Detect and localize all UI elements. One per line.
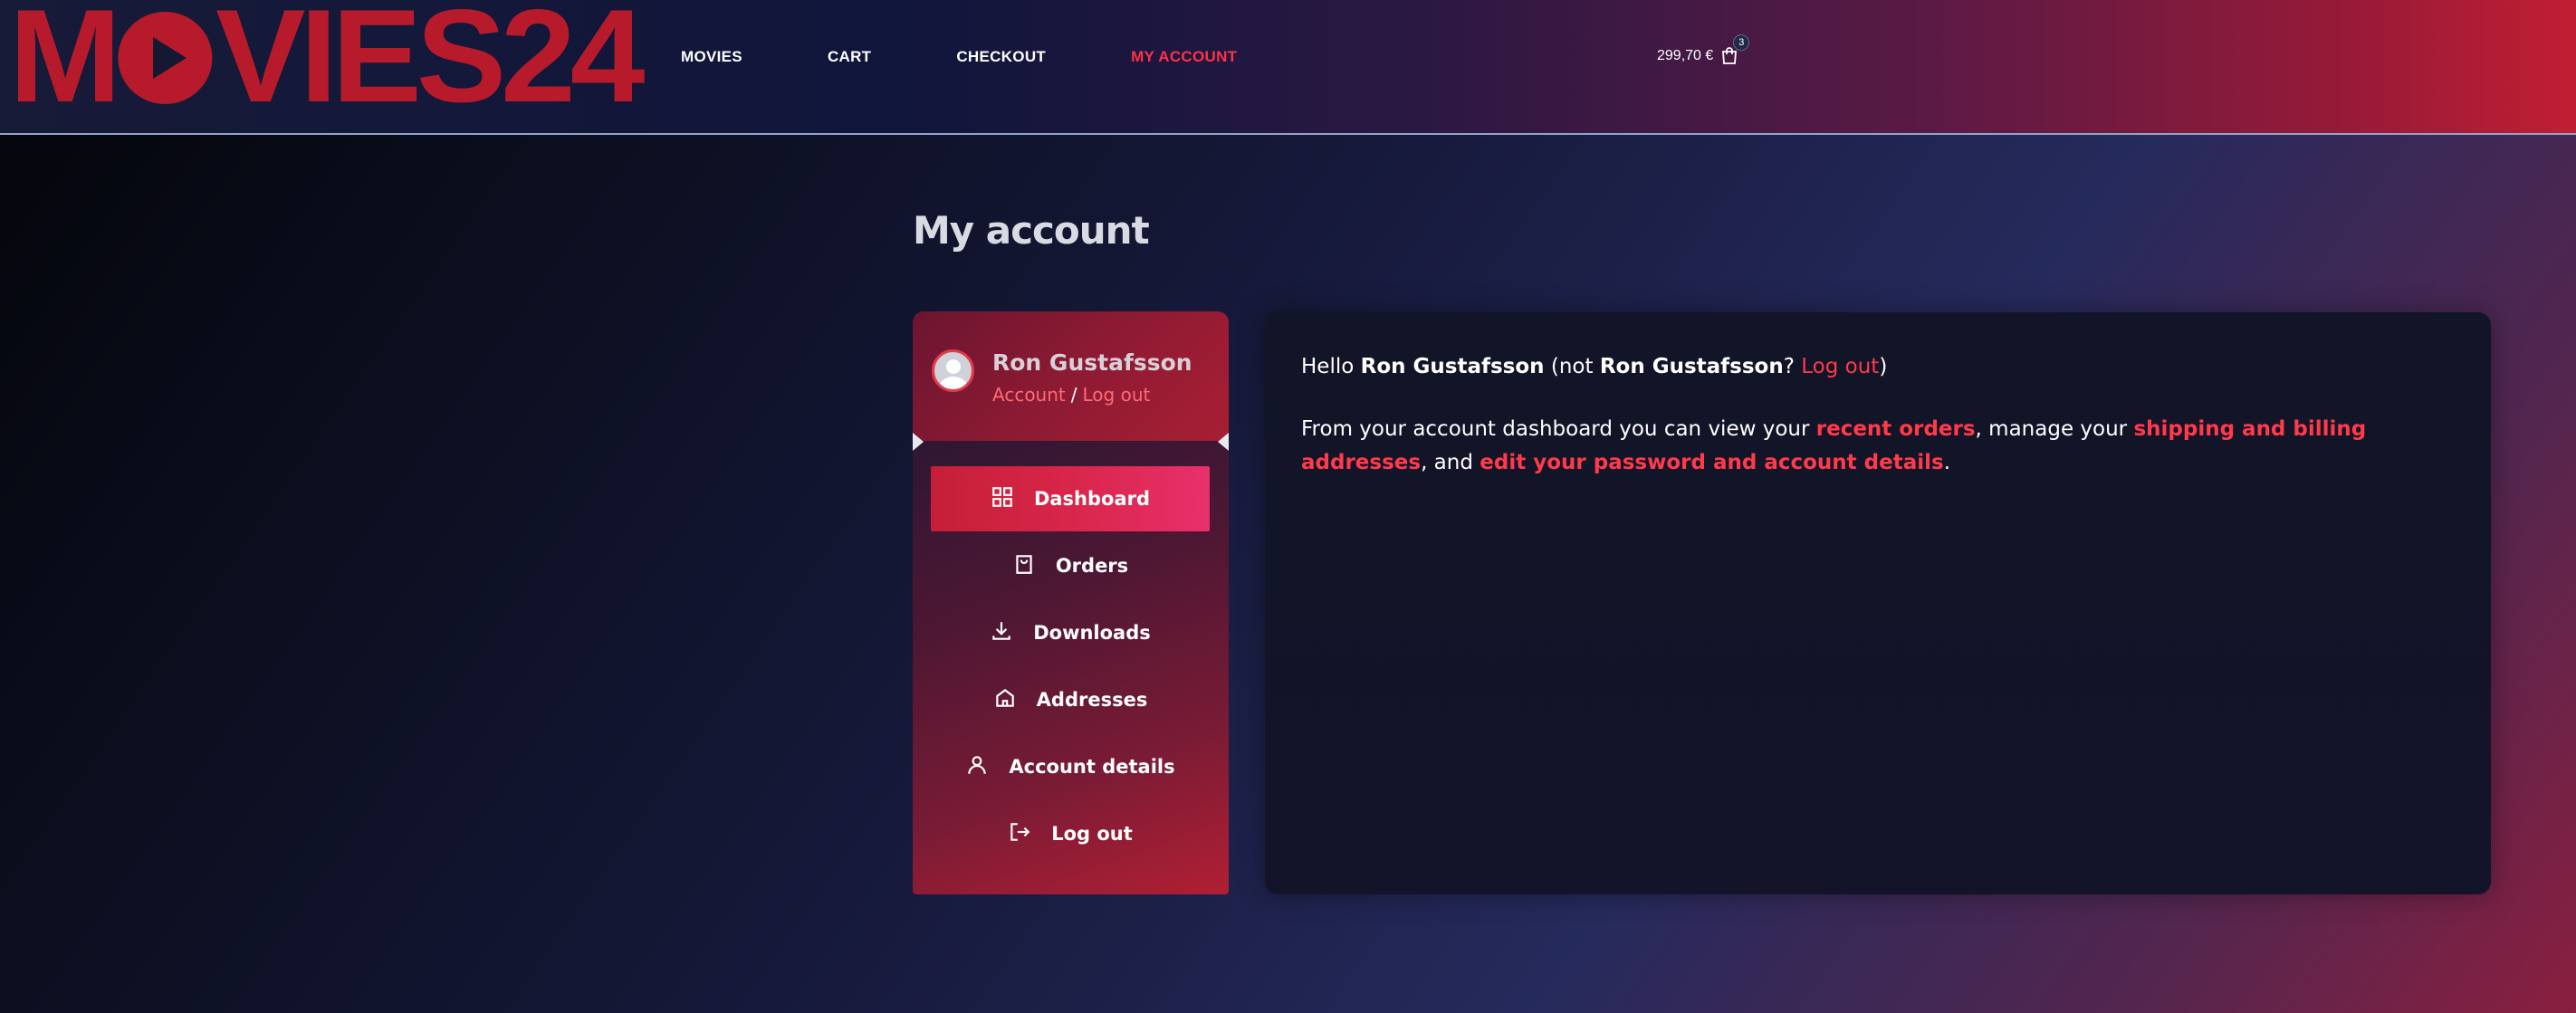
main-nav: MOVIES CART CHECKOUT MY ACCOUNT xyxy=(681,48,1322,66)
profile-logout-link[interactable]: Log out xyxy=(1083,384,1151,406)
user-icon xyxy=(965,753,989,781)
menu-label: Log out xyxy=(1051,823,1133,845)
greeting-close: ) xyxy=(1879,355,1888,378)
site-logo[interactable]: M VIES24 xyxy=(9,0,646,129)
menu-label: Addresses xyxy=(1036,689,1148,711)
logout-icon xyxy=(1008,820,1031,848)
greeting-question: ? xyxy=(1783,355,1795,378)
account-link[interactable]: Account xyxy=(992,384,1066,406)
edit-account-link[interactable]: edit your password and account details xyxy=(1480,451,1943,474)
link-separator: / xyxy=(1070,384,1077,406)
recent-orders-link[interactable]: recent orders xyxy=(1816,417,1976,441)
greeting: Hello Ron Gustafsson (not Ron Gustafsson… xyxy=(1301,350,2451,384)
cart-total: 299,70 € xyxy=(1657,48,1714,63)
menu-item-addresses[interactable]: Addresses xyxy=(931,667,1210,732)
site-header: M VIES24 MOVIES CART CHECKOUT MY ACCOUNT … xyxy=(0,0,2576,135)
grid-icon xyxy=(991,485,1014,513)
nav-movies[interactable]: MOVIES xyxy=(681,48,742,66)
nav-my-account[interactable]: MY ACCOUNT xyxy=(1131,48,1237,66)
shopping-bag-icon: 3 xyxy=(1719,34,1750,67)
home-icon xyxy=(993,686,1017,714)
profile-name: Ron Gustafsson xyxy=(992,349,1192,376)
greeting-hello: Hello xyxy=(1301,355,1355,378)
menu-item-downloads[interactable]: Downloads xyxy=(931,600,1210,665)
dashboard-text: Hello Ron Gustafsson (not Ron Gustafsson… xyxy=(1301,350,2451,509)
menu-label: Orders xyxy=(1055,555,1129,577)
logo-text-right: VIES24 xyxy=(215,0,645,129)
intro-and: , and xyxy=(1421,451,1473,474)
intro-period: . xyxy=(1943,451,1951,474)
profile-card: Ron Gustafsson Account / Log out xyxy=(913,311,1229,442)
greeting-logout-link[interactable]: Log out xyxy=(1801,355,1879,378)
dashboard-content: Hello Ron Gustafsson (not Ron Gustafsson… xyxy=(1265,312,2491,894)
download-icon xyxy=(990,619,1013,647)
avatar xyxy=(932,349,974,392)
menu-label: Dashboard xyxy=(1033,488,1151,510)
greeting-not: (not xyxy=(1550,355,1594,378)
menu-notch-right xyxy=(1218,433,1229,451)
greeting-not-user: Ron Gustafsson xyxy=(1599,355,1784,378)
menu-notch-left xyxy=(913,433,924,451)
bag-icon xyxy=(1012,552,1036,580)
menu-label: Account details xyxy=(1009,756,1175,778)
nav-checkout[interactable]: CHECKOUT xyxy=(956,48,1046,66)
cart-count-badge: 3 xyxy=(1733,34,1750,51)
dashboard-intro: From your account dashboard you can view… xyxy=(1301,413,2451,480)
nav-cart[interactable]: CART xyxy=(828,48,871,66)
page-title: My account xyxy=(913,208,1150,253)
menu-item-account-details[interactable]: Account details xyxy=(931,734,1210,799)
play-icon xyxy=(117,12,213,104)
menu-label: Downloads xyxy=(1033,622,1151,644)
menu-item-dashboard[interactable]: Dashboard xyxy=(931,466,1210,531)
logo-text-left: M xyxy=(9,0,121,129)
intro-text: From your account dashboard you can view… xyxy=(1301,417,1810,441)
menu-item-logout[interactable]: Log out xyxy=(931,801,1210,866)
mini-cart[interactable]: 299,70 € 3 xyxy=(1657,34,1750,67)
greeting-user: Ron Gustafsson xyxy=(1360,355,1545,378)
profile-links: Account / Log out xyxy=(992,384,1150,406)
menu-item-orders[interactable]: Orders xyxy=(931,533,1210,598)
intro-manage: , manage your xyxy=(1975,417,2128,441)
